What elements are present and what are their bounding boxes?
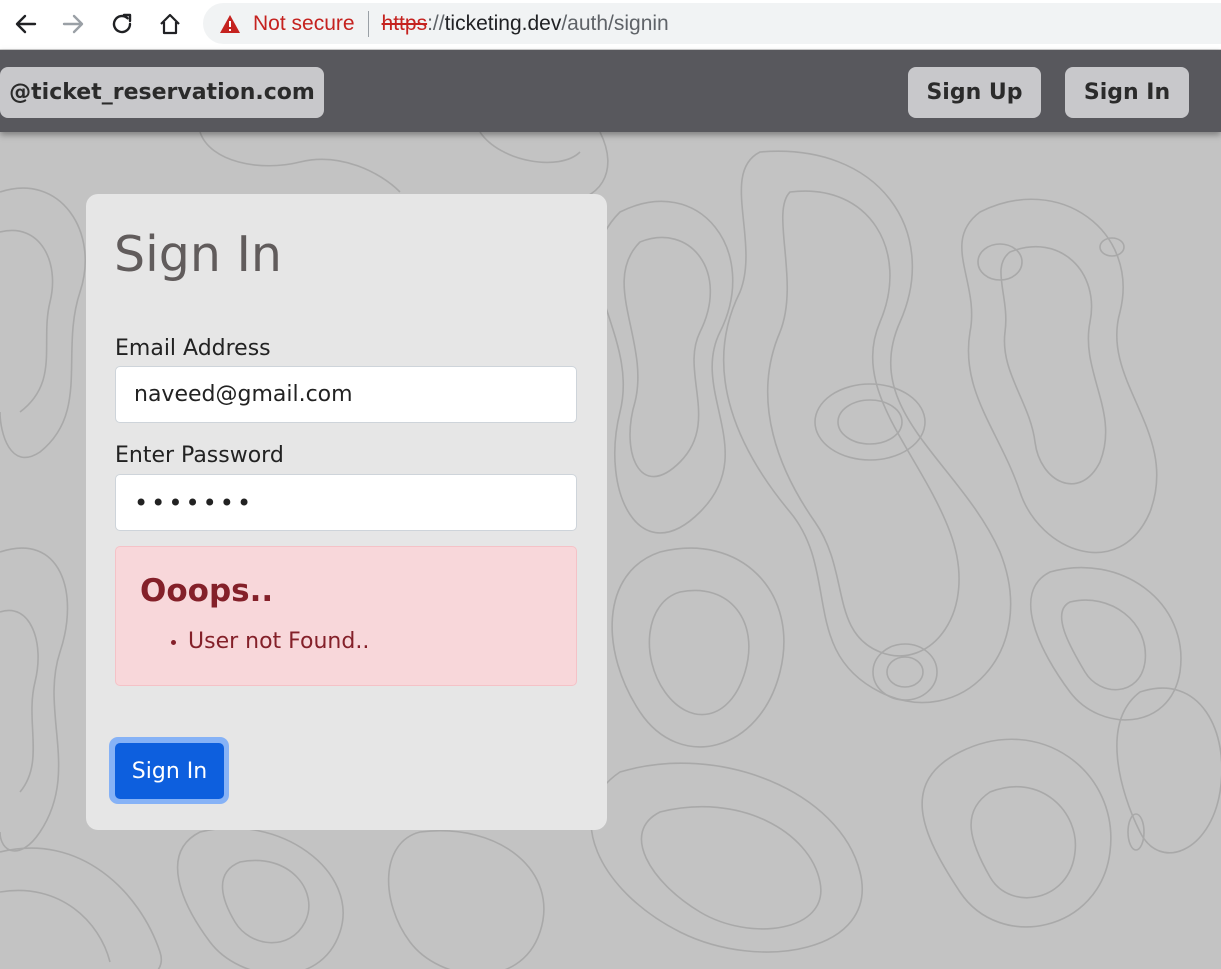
back-button[interactable] — [10, 8, 42, 40]
reload-button[interactable] — [106, 8, 138, 40]
error-message: User not Found.. — [188, 629, 369, 654]
home-button[interactable] — [154, 8, 186, 40]
app-header: @ticket_reservation.com Sign Up Sign In — [0, 50, 1221, 132]
arrow-left-icon — [15, 14, 37, 34]
email-field[interactable]: naveed@gmail.com — [115, 366, 577, 423]
browser-toolbar: Not secure https :// ticketing.dev /auth… — [0, 0, 1221, 50]
signin-link[interactable]: Sign In — [1065, 67, 1189, 118]
signup-link[interactable]: Sign Up — [908, 67, 1041, 118]
url-scheme: https — [381, 11, 428, 35]
security-status[interactable]: Not secure — [253, 12, 355, 36]
url-host: ticketing.dev — [444, 11, 562, 35]
brand-link[interactable]: @ticket_reservation.com — [0, 67, 324, 118]
arrow-right-icon — [62, 14, 84, 34]
address-bar[interactable]: Not secure https :// ticketing.dev /auth… — [203, 3, 1221, 44]
alert-title: Ooops.. — [140, 573, 274, 609]
error-alert: Ooops.. User not Found.. — [115, 546, 577, 686]
forward-button[interactable] — [57, 8, 89, 40]
error-list: User not Found.. — [188, 629, 369, 654]
signin-card: Sign In Email Address naveed@gmail.com E… — [86, 194, 607, 830]
page-title: Sign In — [114, 226, 282, 283]
address-divider — [367, 10, 369, 37]
email-label: Email Address — [115, 336, 271, 361]
url-separator: :// — [427, 11, 445, 35]
url-path: /auth/signin — [561, 11, 669, 35]
signin-submit-button[interactable]: Sign In — [115, 743, 224, 799]
password-label: Enter Password — [115, 443, 284, 468]
warning-icon — [220, 14, 240, 33]
home-icon — [160, 13, 180, 35]
password-field[interactable]: ••••••• — [115, 474, 577, 531]
reload-icon — [112, 13, 132, 34]
